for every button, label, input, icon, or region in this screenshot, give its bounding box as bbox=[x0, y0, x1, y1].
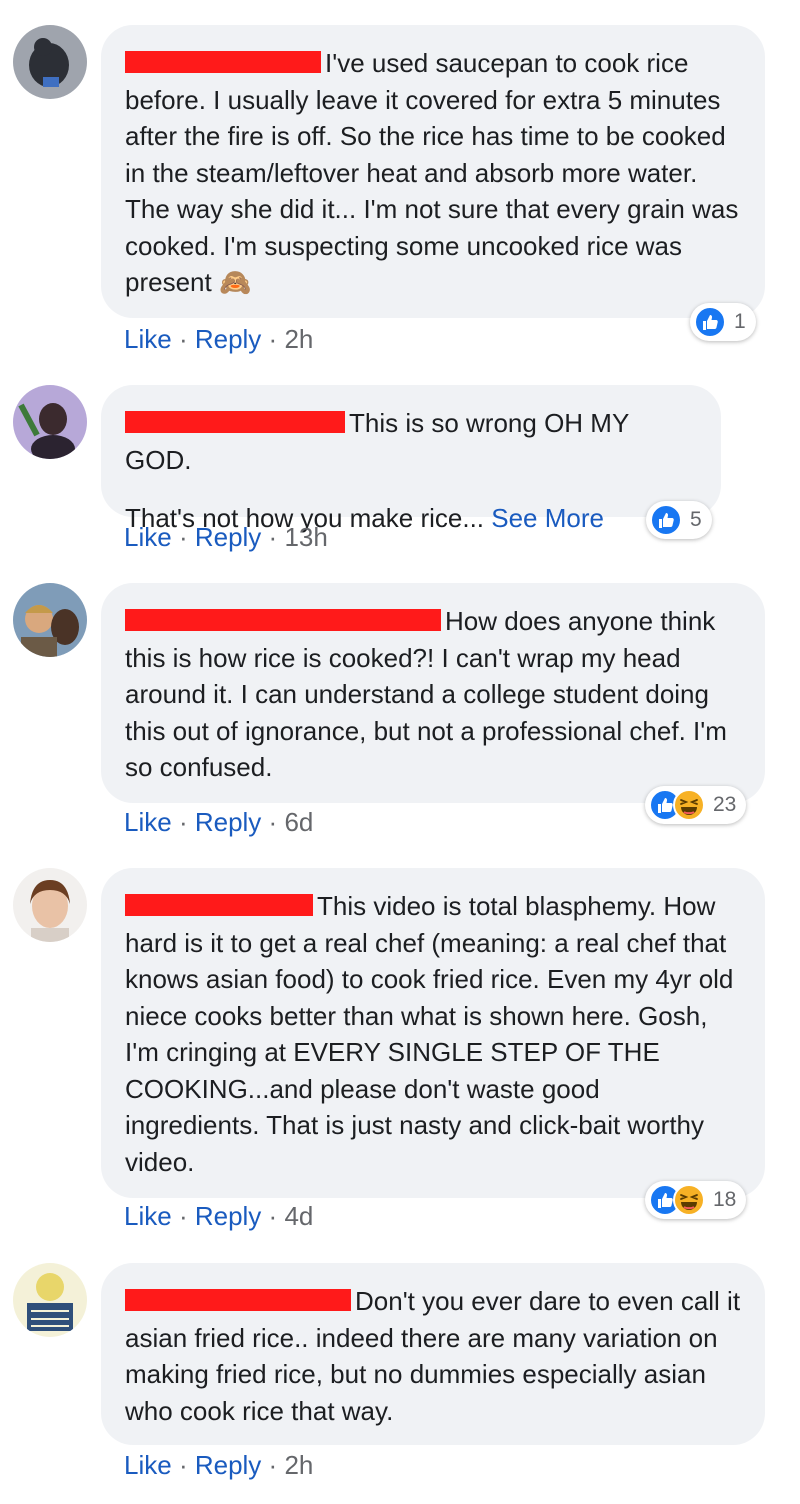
like-button[interactable]: Like bbox=[124, 324, 172, 354]
comment-text: I've used saucepan to cook rice before. … bbox=[125, 48, 739, 297]
comment-actions: Like · Reply · 13h bbox=[124, 522, 328, 552]
redacted-author-name bbox=[125, 894, 313, 916]
timestamp[interactable]: 2h bbox=[284, 324, 313, 354]
haha-reaction-icon bbox=[673, 789, 705, 821]
redacted-author-name bbox=[125, 51, 321, 73]
like-button[interactable]: Like bbox=[124, 807, 172, 837]
comment-actions: Like · Reply · 2h bbox=[124, 1450, 314, 1480]
reply-button[interactable]: Reply bbox=[195, 324, 261, 354]
comment-bubble: Don't you ever dare to even call it asia… bbox=[101, 1263, 765, 1445]
avatar[interactable] bbox=[13, 385, 87, 459]
redacted-author-name bbox=[125, 411, 345, 433]
comment-bubble: This video is total blasphemy. How hard … bbox=[101, 868, 765, 1198]
see-no-evil-monkey-emoji: 🙈 bbox=[218, 267, 252, 297]
like-button[interactable]: Like bbox=[124, 1450, 172, 1480]
reaction-summary[interactable]: 5 bbox=[646, 501, 712, 539]
comment-actions: Like · Reply · 4d bbox=[124, 1201, 314, 1231]
timestamp[interactable]: 4d bbox=[284, 1201, 313, 1231]
reaction-count: 1 bbox=[734, 310, 746, 333]
comment-text: How does anyone think this is how rice i… bbox=[125, 606, 727, 782]
timestamp[interactable]: 6d bbox=[284, 807, 313, 837]
comment-bubble: How does anyone think this is how rice i… bbox=[101, 583, 765, 803]
reaction-summary[interactable]: 1 bbox=[690, 303, 756, 341]
like-button[interactable]: Like bbox=[124, 522, 172, 552]
see-more-link[interactable]: See More bbox=[491, 503, 604, 533]
redacted-author-name bbox=[125, 1289, 351, 1311]
avatar[interactable] bbox=[13, 25, 87, 99]
like-button[interactable]: Like bbox=[124, 1201, 172, 1231]
redacted-author-name bbox=[125, 609, 441, 631]
reaction-summary[interactable]: 18 bbox=[645, 1181, 747, 1219]
comment-actions: Like · Reply · 6d bbox=[124, 807, 314, 837]
avatar[interactable] bbox=[13, 1263, 87, 1337]
avatar[interactable] bbox=[13, 583, 87, 657]
timestamp[interactable]: 2h bbox=[284, 1450, 313, 1480]
avatar[interactable] bbox=[13, 868, 87, 942]
reply-button[interactable]: Reply bbox=[195, 807, 261, 837]
comment-bubble: This is so wrong OH MY GOD. That's not h… bbox=[101, 385, 721, 533]
comment-text: This video is total blasphemy. How hard … bbox=[125, 891, 734, 1177]
reply-button[interactable]: Reply bbox=[195, 522, 261, 552]
like-reaction-icon bbox=[694, 306, 726, 338]
comment-actions: Like · Reply · 2h bbox=[124, 324, 314, 354]
reply-button[interactable]: Reply bbox=[195, 1450, 261, 1480]
like-reaction-icon bbox=[650, 504, 682, 536]
reaction-summary[interactable]: 23 bbox=[645, 786, 747, 824]
comment-bubble: I've used saucepan to cook rice before. … bbox=[101, 25, 765, 318]
timestamp[interactable]: 13h bbox=[284, 522, 327, 552]
reply-button[interactable]: Reply bbox=[195, 1201, 261, 1231]
reaction-count: 5 bbox=[690, 508, 702, 531]
reaction-count: 18 bbox=[713, 1188, 737, 1211]
haha-reaction-icon bbox=[673, 1184, 705, 1216]
reaction-count: 23 bbox=[713, 793, 737, 816]
